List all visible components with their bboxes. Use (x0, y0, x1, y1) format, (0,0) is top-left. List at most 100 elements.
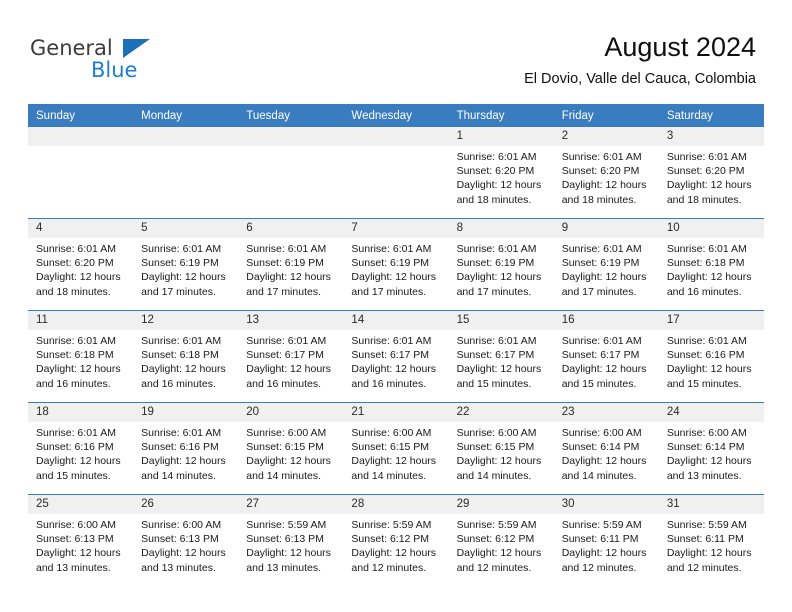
calendar-day-cell[interactable]: 13 Sunrise: 6:01 AM Sunset: 6:17 PM Dayligh… (238, 310, 344, 403)
calendar-day-cell[interactable]: 29 Sunrise: 5:59 AM Sunset: 6:12 PM Dayligh… (448, 494, 554, 586)
calendar-week-row: 1 Sunrise: 6:01 AM Sunset: 6:20 PM Daylight… (28, 127, 764, 219)
daylight-line-2: and 16 minutes. (246, 377, 321, 390)
day-cell-inner: 21 Sunrise: 6:00 AM Sunset: 6:15 PM Dayligh… (343, 403, 449, 494)
daylight-line-2: and 13 minutes. (246, 561, 321, 574)
calendar-day-cell[interactable]: 31 Sunrise: 5:59 AM Sunset: 6:11 PM Dayligh… (658, 494, 764, 586)
sunset-line: Sunset: 6:19 PM (456, 257, 535, 270)
day-number: 22 (448, 403, 554, 422)
day-cell-inner: 14 Sunrise: 6:01 AM Sunset: 6:17 PM Dayligh… (343, 311, 449, 402)
daylight-line-2: and 14 minutes. (561, 469, 637, 482)
calendar-day-cell[interactable]: 21 Sunrise: 6:00 AM Sunset: 6:15 PM Dayligh… (343, 402, 449, 495)
day-cell-inner: 12 Sunrise: 6:01 AM Sunset: 6:18 PM Dayligh… (133, 311, 239, 402)
sunrise-line: Sunrise: 6:00 AM (456, 427, 537, 439)
daylight-line-2: and 18 minutes. (456, 193, 532, 206)
day-number: 18 (28, 403, 134, 422)
calendar-empty-cell (133, 127, 239, 219)
daylight-line-2: and 18 minutes. (561, 193, 637, 206)
sunset-line: Sunset: 6:14 PM (666, 441, 745, 454)
calendar-day-cell[interactable]: 2 Sunrise: 6:01 AM Sunset: 6:20 PM Daylight… (553, 127, 659, 219)
sunset-line: Sunset: 6:16 PM (36, 441, 114, 454)
calendar-day-cell[interactable]: 12 Sunrise: 6:01 AM Sunset: 6:18 PM Dayligh… (133, 310, 239, 403)
calendar-day-cell[interactable]: 15 Sunrise: 6:01 AM Sunset: 6:17 PM Dayligh… (448, 310, 554, 403)
daylight-line-1: Daylight: 12 hours (246, 547, 331, 560)
sunset-line: Sunset: 6:20 PM (456, 165, 535, 178)
day-number: 14 (343, 311, 449, 330)
calendar-day-cell[interactable]: 8 Sunrise: 6:01 AM Sunset: 6:19 PM Daylight… (448, 218, 554, 311)
calendar-day-cell[interactable]: 20 Sunrise: 6:00 AM Sunset: 6:15 PM Dayligh… (238, 402, 344, 495)
weekday-header-tuesday: Tuesday (238, 104, 344, 127)
day-cell-inner: 5 Sunrise: 6:01 AM Sunset: 6:19 PM Daylight… (133, 219, 239, 310)
sunrise-line: Sunrise: 6:01 AM (666, 335, 747, 347)
sunset-line: Sunset: 6:18 PM (666, 257, 745, 270)
calendar-day-cell[interactable]: 16 Sunrise: 6:01 AM Sunset: 6:17 PM Dayligh… (553, 310, 659, 403)
calendar-day-cell[interactable]: 4 Sunrise: 6:01 AM Sunset: 6:20 PM Daylight… (28, 218, 134, 311)
calendar-day-cell[interactable]: 27 Sunrise: 5:59 AM Sunset: 6:13 PM Dayligh… (238, 494, 344, 586)
day-detail-lines: Sunrise: 6:01 AM Sunset: 6:17 PM Daylight:… (343, 330, 448, 391)
logo-triangle-icon (123, 39, 150, 58)
day-detail-lines: Sunrise: 5:59 AM Sunset: 6:13 PM Daylight:… (238, 514, 343, 575)
calendar-day-cell[interactable]: 11 Sunrise: 6:01 AM Sunset: 6:18 PM Dayligh… (28, 310, 134, 403)
day-detail-lines: Sunrise: 6:01 AM Sunset: 6:18 PM Daylight:… (28, 330, 133, 391)
calendar-day-cell[interactable]: 25 Sunrise: 6:00 AM Sunset: 6:13 PM Dayligh… (28, 494, 134, 586)
day-detail-lines: Sunrise: 6:01 AM Sunset: 6:18 PM Daylight:… (659, 238, 764, 299)
calendar-day-cell[interactable]: 24 Sunrise: 6:00 AM Sunset: 6:14 PM Dayligh… (658, 402, 764, 495)
calendar-week-row: 4 Sunrise: 6:01 AM Sunset: 6:20 PM Daylight… (28, 218, 764, 311)
daylight-line-1: Daylight: 12 hours (561, 455, 647, 468)
calendar-day-cell[interactable]: 10 Sunrise: 6:01 AM Sunset: 6:18 PM Dayligh… (658, 218, 764, 311)
calendar-empty-cell (28, 127, 134, 219)
sunset-line: Sunset: 6:15 PM (456, 441, 535, 454)
day-detail-lines: Sunrise: 6:01 AM Sunset: 6:19 PM Daylight:… (449, 238, 554, 299)
sunrise-line: Sunrise: 6:00 AM (141, 519, 222, 531)
daylight-line-1: Daylight: 12 hours (666, 179, 752, 192)
day-cell-inner: 31 Sunrise: 5:59 AM Sunset: 6:11 PM Dayligh… (658, 495, 764, 586)
daylight-line-1: Daylight: 12 hours (456, 547, 542, 560)
calendar-day-cell[interactable]: 28 Sunrise: 5:59 AM Sunset: 6:12 PM Dayligh… (343, 494, 449, 586)
sunset-line: Sunset: 6:14 PM (561, 441, 640, 454)
calendar-day-cell[interactable]: 5 Sunrise: 6:01 AM Sunset: 6:19 PM Daylight… (133, 218, 239, 311)
generalblue-logo[interactable]: General Blue (30, 36, 210, 90)
sunset-line: Sunset: 6:15 PM (351, 441, 430, 454)
sunrise-line: Sunrise: 5:59 AM (456, 519, 537, 531)
calendar-day-cell[interactable]: 22 Sunrise: 6:00 AM Sunset: 6:15 PM Dayligh… (448, 402, 554, 495)
calendar-week-row: 18 Sunrise: 6:01 AM Sunset: 6:16 PM Dayligh… (28, 402, 764, 495)
page-subtitle: El Dovio, Valle del Cauca, Colombia (524, 71, 756, 87)
day-cell-inner (238, 127, 344, 218)
calendar-day-cell[interactable]: 1 Sunrise: 6:01 AM Sunset: 6:20 PM Daylight… (448, 127, 554, 219)
day-detail-lines: Sunrise: 6:01 AM Sunset: 6:20 PM Daylight:… (554, 146, 659, 207)
day-detail-lines: Sunrise: 6:01 AM Sunset: 6:18 PM Daylight:… (133, 330, 238, 391)
sunset-line: Sunset: 6:18 PM (36, 349, 114, 362)
sunrise-line: Sunrise: 6:00 AM (666, 427, 747, 439)
daylight-line-1: Daylight: 12 hours (351, 271, 437, 284)
daylight-line-1: Daylight: 12 hours (561, 363, 647, 376)
calendar-day-cell[interactable]: 9 Sunrise: 6:01 AM Sunset: 6:19 PM Daylight… (553, 218, 659, 311)
daylight-line-1: Daylight: 12 hours (36, 363, 121, 376)
calendar-day-cell[interactable]: 26 Sunrise: 6:00 AM Sunset: 6:13 PM Dayligh… (133, 494, 239, 586)
daylight-line-1: Daylight: 12 hours (561, 547, 647, 560)
daylight-line-1: Daylight: 12 hours (456, 455, 542, 468)
calendar-day-cell[interactable]: 6 Sunrise: 6:01 AM Sunset: 6:19 PM Daylight… (238, 218, 344, 311)
day-number: 1 (448, 127, 554, 146)
day-number: 26 (133, 495, 239, 514)
calendar-empty-cell (343, 127, 449, 219)
calendar-day-cell[interactable]: 3 Sunrise: 6:01 AM Sunset: 6:20 PM Daylight… (658, 127, 764, 219)
day-detail-lines: Sunrise: 6:01 AM Sunset: 6:16 PM Daylight:… (28, 422, 133, 483)
calendar-day-cell[interactable]: 23 Sunrise: 6:00 AM Sunset: 6:14 PM Dayligh… (553, 402, 659, 495)
day-cell-inner (343, 127, 449, 218)
day-detail-lines: Sunrise: 6:01 AM Sunset: 6:16 PM Daylight:… (659, 330, 764, 391)
day-cell-inner: 13 Sunrise: 6:01 AM Sunset: 6:17 PM Dayligh… (238, 311, 344, 402)
daylight-line-1: Daylight: 12 hours (666, 455, 752, 468)
day-cell-inner: 1 Sunrise: 6:01 AM Sunset: 6:20 PM Daylight… (448, 127, 554, 218)
day-detail-lines: Sunrise: 6:00 AM Sunset: 6:15 PM Daylight:… (238, 422, 343, 483)
daylight-line-1: Daylight: 12 hours (36, 547, 121, 560)
calendar-day-cell[interactable]: 18 Sunrise: 6:01 AM Sunset: 6:16 PM Dayligh… (28, 402, 134, 495)
daylight-line-2: and 15 minutes. (456, 377, 532, 390)
calendar-body: 1 Sunrise: 6:01 AM Sunset: 6:20 PM Daylight… (28, 127, 764, 586)
day-detail-lines: Sunrise: 6:00 AM Sunset: 6:13 PM Daylight:… (133, 514, 238, 575)
calendar-day-cell[interactable]: 7 Sunrise: 6:01 AM Sunset: 6:19 PM Daylight… (343, 218, 449, 311)
day-cell-inner: 6 Sunrise: 6:01 AM Sunset: 6:19 PM Daylight… (238, 219, 344, 310)
calendar-day-cell[interactable]: 30 Sunrise: 5:59 AM Sunset: 6:11 PM Dayligh… (553, 494, 659, 586)
calendar-day-cell[interactable]: 14 Sunrise: 6:01 AM Sunset: 6:17 PM Dayligh… (343, 310, 449, 403)
day-cell-inner: 25 Sunrise: 6:00 AM Sunset: 6:13 PM Dayligh… (28, 495, 134, 586)
calendar-day-cell[interactable]: 17 Sunrise: 6:01 AM Sunset: 6:16 PM Dayligh… (658, 310, 764, 403)
calendar-day-cell[interactable]: 19 Sunrise: 6:01 AM Sunset: 6:16 PM Dayligh… (133, 402, 239, 495)
